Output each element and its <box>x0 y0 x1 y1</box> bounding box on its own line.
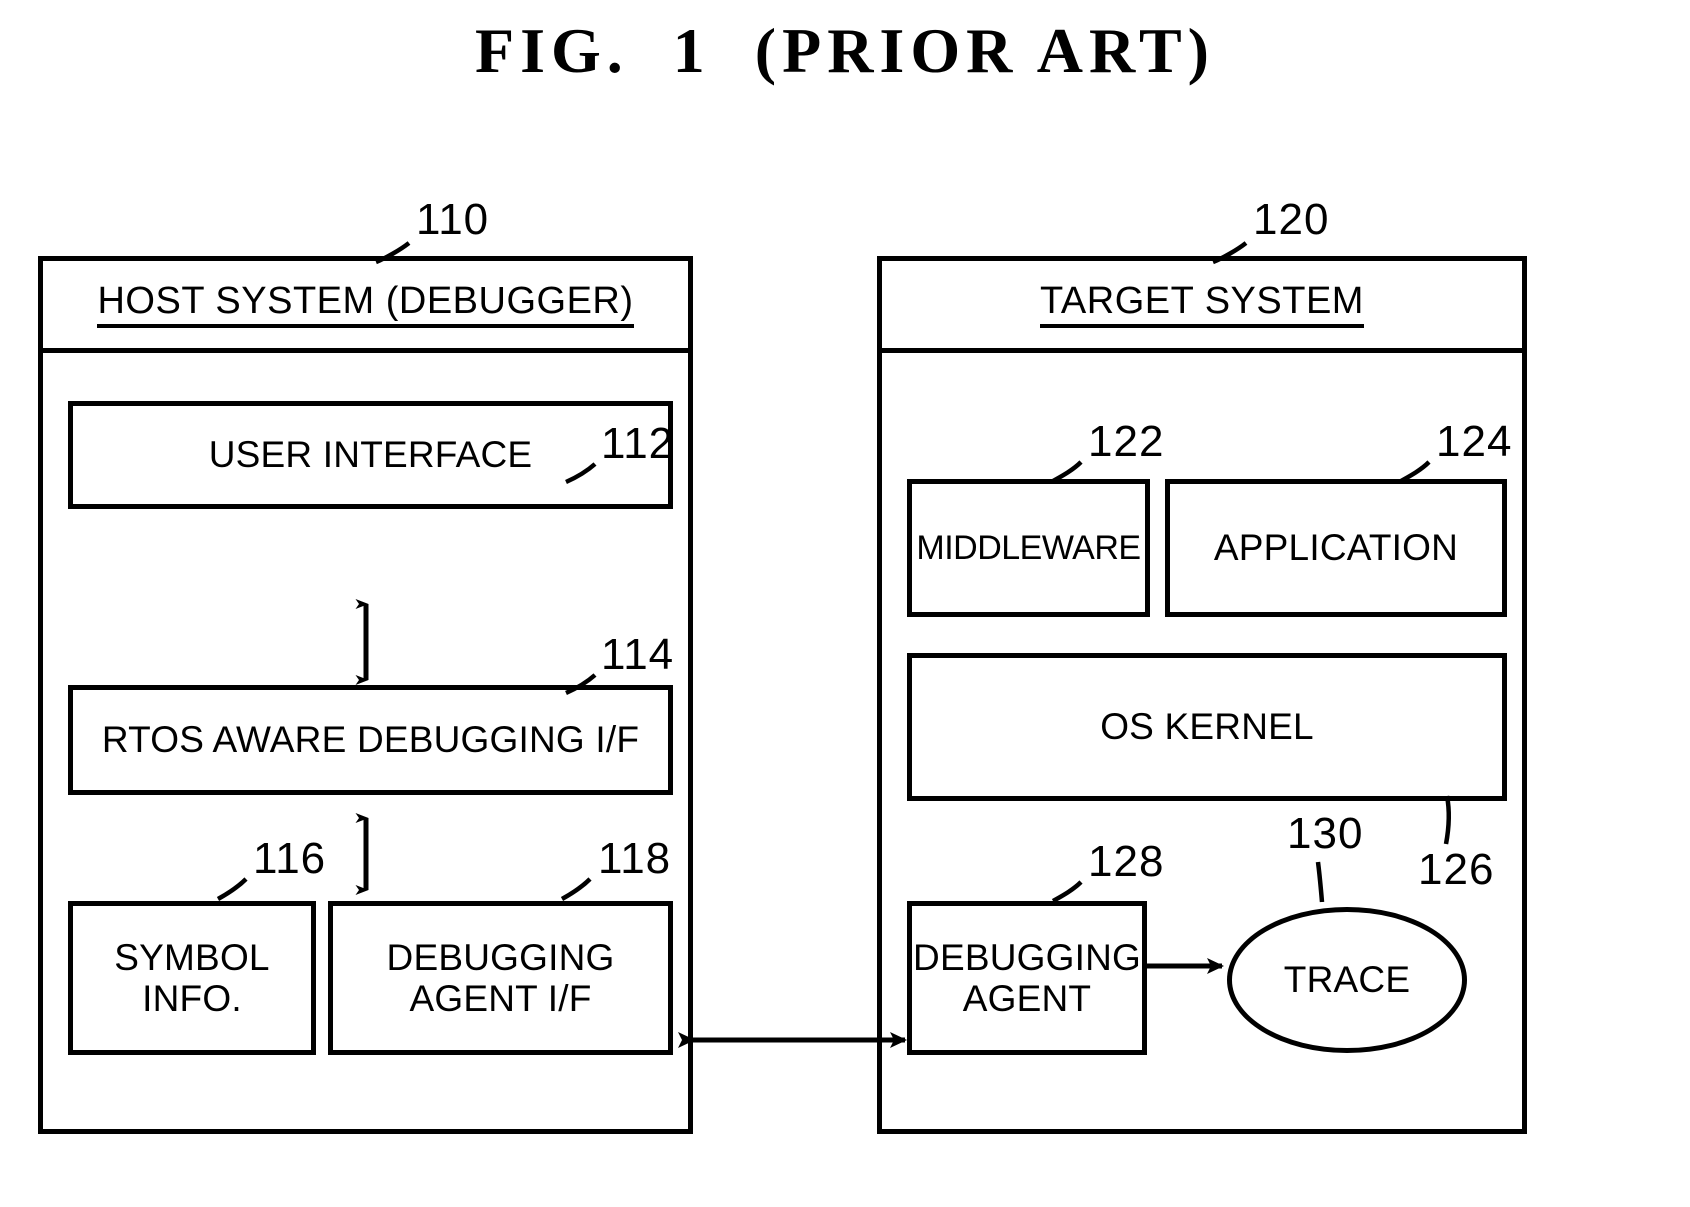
block-debugging-agent-label-line2: AGENT <box>962 978 1092 1019</box>
ref-numeral-114: 114 <box>601 630 675 679</box>
block-user-interface[interactable]: USER INTERFACE <box>68 401 673 509</box>
ref-numeral-110: 110 <box>416 195 490 244</box>
block-debugging-agent-if[interactable]: DEBUGGING AGENT I/F <box>328 901 673 1055</box>
block-symbol-info[interactable]: SYMBOL INFO. <box>68 901 316 1055</box>
ref-numeral-116: 116 <box>253 834 327 883</box>
ref-numeral-120: 120 <box>1253 195 1330 244</box>
block-debugging-agent-if-label: DEBUGGING AGENT I/F <box>387 937 615 1020</box>
block-symbol-info-label-line2: INFO. <box>142 978 242 1019</box>
block-os-kernel[interactable]: OS KERNEL <box>907 653 1507 801</box>
block-debugging-agent-label: DEBUGGING AGENT <box>913 937 1141 1020</box>
target-system-title: TARGET SYSTEM <box>1040 282 1364 328</box>
block-rtos-aware-debugging-if-label: RTOS AWARE DEBUGGING I/F <box>101 719 640 761</box>
ref-numeral-118: 118 <box>598 834 672 883</box>
ref-numeral-128: 128 <box>1088 837 1165 886</box>
block-symbol-info-label-line1: SYMBOL <box>114 936 270 978</box>
target-system-header: TARGET SYSTEM <box>882 261 1522 353</box>
host-system-title: HOST SYSTEM (DEBUGGER) <box>97 282 634 328</box>
ref-numeral-122: 122 <box>1088 417 1165 466</box>
target-system-container: TARGET SYSTEM MIDDLEWARE APPLICATION OS … <box>877 256 1527 1134</box>
block-os-kernel-label: OS KERNEL <box>1100 706 1314 748</box>
ref-numeral-124: 124 <box>1436 417 1513 466</box>
host-system-header: HOST SYSTEM (DEBUGGER) <box>43 261 688 353</box>
block-debugging-agent-label-line1: DEBUGGING <box>913 936 1141 978</box>
block-trace[interactable]: TRACE <box>1227 907 1467 1053</box>
block-middleware-label: MIDDLEWARE <box>916 528 1141 567</box>
ref-numeral-112: 112 <box>601 419 675 468</box>
block-symbol-info-label: SYMBOL INFO. <box>114 937 269 1020</box>
block-application[interactable]: APPLICATION <box>1165 479 1507 617</box>
block-trace-label: TRACE <box>1283 959 1411 1000</box>
ref-numeral-126: 126 <box>1418 845 1495 894</box>
block-debugging-agent-if-label-line1: DEBUGGING <box>386 936 615 978</box>
block-debugging-agent-if-label-line2: AGENT I/F <box>409 978 592 1019</box>
block-application-label: APPLICATION <box>1213 527 1459 569</box>
block-debugging-agent[interactable]: DEBUGGING AGENT <box>907 901 1147 1055</box>
block-user-interface-label: USER INTERFACE <box>208 434 533 476</box>
page-title: FIG. 1 (PRIOR ART) <box>475 15 1215 86</box>
block-middleware[interactable]: MIDDLEWARE <box>907 479 1150 617</box>
ref-numeral-130: 130 <box>1287 809 1364 858</box>
host-system-container: HOST SYSTEM (DEBUGGER) USER INTERFACE RT… <box>38 256 693 1134</box>
block-rtos-aware-debugging-if[interactable]: RTOS AWARE DEBUGGING I/F <box>68 685 673 795</box>
